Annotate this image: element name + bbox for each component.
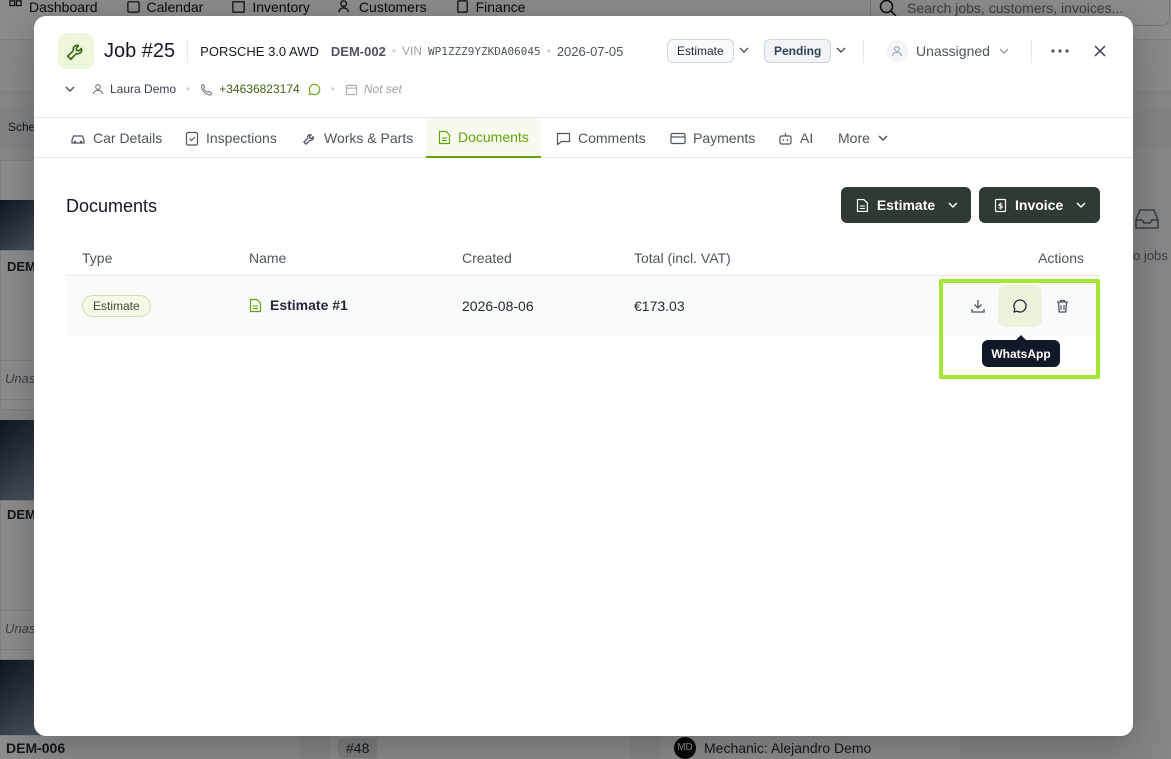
vin-value: WP1ZZZ9YZKDA06045 [428, 44, 541, 58]
delete-button[interactable] [1040, 285, 1084, 327]
user-icon [92, 84, 104, 95]
tab-documents[interactable]: Documents [426, 118, 541, 158]
whatsapp-tooltip: WhatsApp [982, 335, 1060, 367]
new-estimate-button[interactable]: Estimate [841, 187, 971, 223]
license-plate: DEM-002 [330, 43, 386, 59]
job-date: 2026-07-05 [556, 43, 624, 59]
clipboard-icon [185, 131, 199, 146]
document-icon [249, 298, 262, 312]
invoice-icon: $ [994, 198, 1007, 212]
documents-title: Documents [66, 196, 158, 216]
document-name[interactable]: Estimate #1 [249, 297, 348, 313]
job-title: Job #25 [104, 39, 176, 62]
separator-dot: • [546, 44, 551, 58]
tab-car-details[interactable]: Car Details [70, 118, 162, 158]
comment-icon [556, 132, 571, 145]
divider [863, 39, 864, 63]
customer-phone[interactable]: +34636823174 [219, 82, 299, 96]
job-modal: Job #25 PORSCHE 3.0 AWD DEM-002 • VIN WP… [34, 16, 1133, 736]
car-icon [71, 135, 85, 144]
due-date[interactable]: Not set [364, 82, 402, 96]
job-tabs: Car Details Inspections Works & Parts Do… [34, 117, 1133, 158]
svg-text:$: $ [998, 201, 1004, 210]
whatsapp-icon[interactable] [308, 83, 321, 96]
tab-works-parts[interactable]: Works & Parts [302, 118, 413, 158]
assignee-label: Unassigned [916, 43, 990, 59]
more-options-icon[interactable] [1048, 39, 1072, 63]
download-button[interactable] [956, 285, 1000, 327]
document-icon [438, 130, 451, 144]
close-icon[interactable] [1088, 39, 1112, 63]
wrench-icon [302, 133, 314, 145]
chevron-down-icon[interactable] [738, 44, 750, 56]
tab-comments[interactable]: Comments [556, 118, 646, 158]
table-row[interactable]: Estimate Estimate #1 2026-08-06 €173.03 [66, 276, 1100, 336]
calendar-icon [345, 84, 357, 95]
separator-dot: • [330, 82, 335, 96]
created-date: 2026-08-06 [462, 298, 534, 314]
tab-more[interactable]: More [838, 118, 889, 158]
tab-inspections[interactable]: Inspections [185, 118, 277, 158]
separator-dot: • [391, 44, 397, 58]
total-amount: €173.03 [634, 298, 685, 314]
col-total: Total (incl. VAT) [634, 250, 731, 266]
col-name: Name [249, 250, 287, 266]
chat-bubble-icon [1013, 299, 1027, 313]
separator-dot: • [186, 82, 191, 96]
divider [187, 39, 189, 63]
document-icon [856, 198, 868, 212]
col-actions: Actions [1038, 250, 1084, 266]
chevron-down-icon [878, 135, 888, 142]
customer-name[interactable]: Laura Demo [110, 82, 176, 96]
robot-icon [779, 132, 792, 145]
job-type-select[interactable]: Estimate [667, 39, 734, 63]
chevron-down-icon [948, 202, 958, 209]
chevron-down-icon [999, 48, 1009, 55]
job-icon [58, 33, 94, 69]
trash-icon [1056, 299, 1068, 313]
download-icon [971, 300, 985, 313]
whatsapp-button[interactable] [998, 285, 1042, 327]
divider [1031, 39, 1032, 63]
credit-card-icon [670, 132, 686, 144]
chevron-down-icon[interactable] [835, 44, 847, 56]
car-model: PORSCHE 3.0 AWD [200, 43, 319, 59]
job-subheader: Laura Demo • +34636823174 • Not set [64, 80, 402, 98]
new-invoice-button[interactable]: $ Invoice [979, 187, 1100, 223]
documents-table-header: Type Name Created Total (incl. VAT) Acti… [66, 240, 1100, 276]
expand-chevron-icon[interactable] [64, 83, 76, 95]
job-status-select[interactable]: Pending [764, 39, 832, 63]
wrench-icon [66, 44, 83, 61]
type-badge: Estimate [82, 295, 151, 317]
col-created: Created [462, 250, 512, 266]
chevron-down-icon [1076, 202, 1086, 209]
tab-ai[interactable]: AI [778, 118, 813, 158]
tab-payments[interactable]: Payments [670, 118, 755, 158]
col-type: Type [82, 250, 113, 266]
assignee-select[interactable]: Unassigned [886, 39, 1010, 63]
phone-icon [201, 83, 213, 96]
user-icon [886, 40, 908, 62]
vin-label: VIN [402, 44, 423, 58]
job-header: Job #25 PORSCHE 3.0 AWD DEM-002 • VIN WP… [58, 33, 1108, 69]
